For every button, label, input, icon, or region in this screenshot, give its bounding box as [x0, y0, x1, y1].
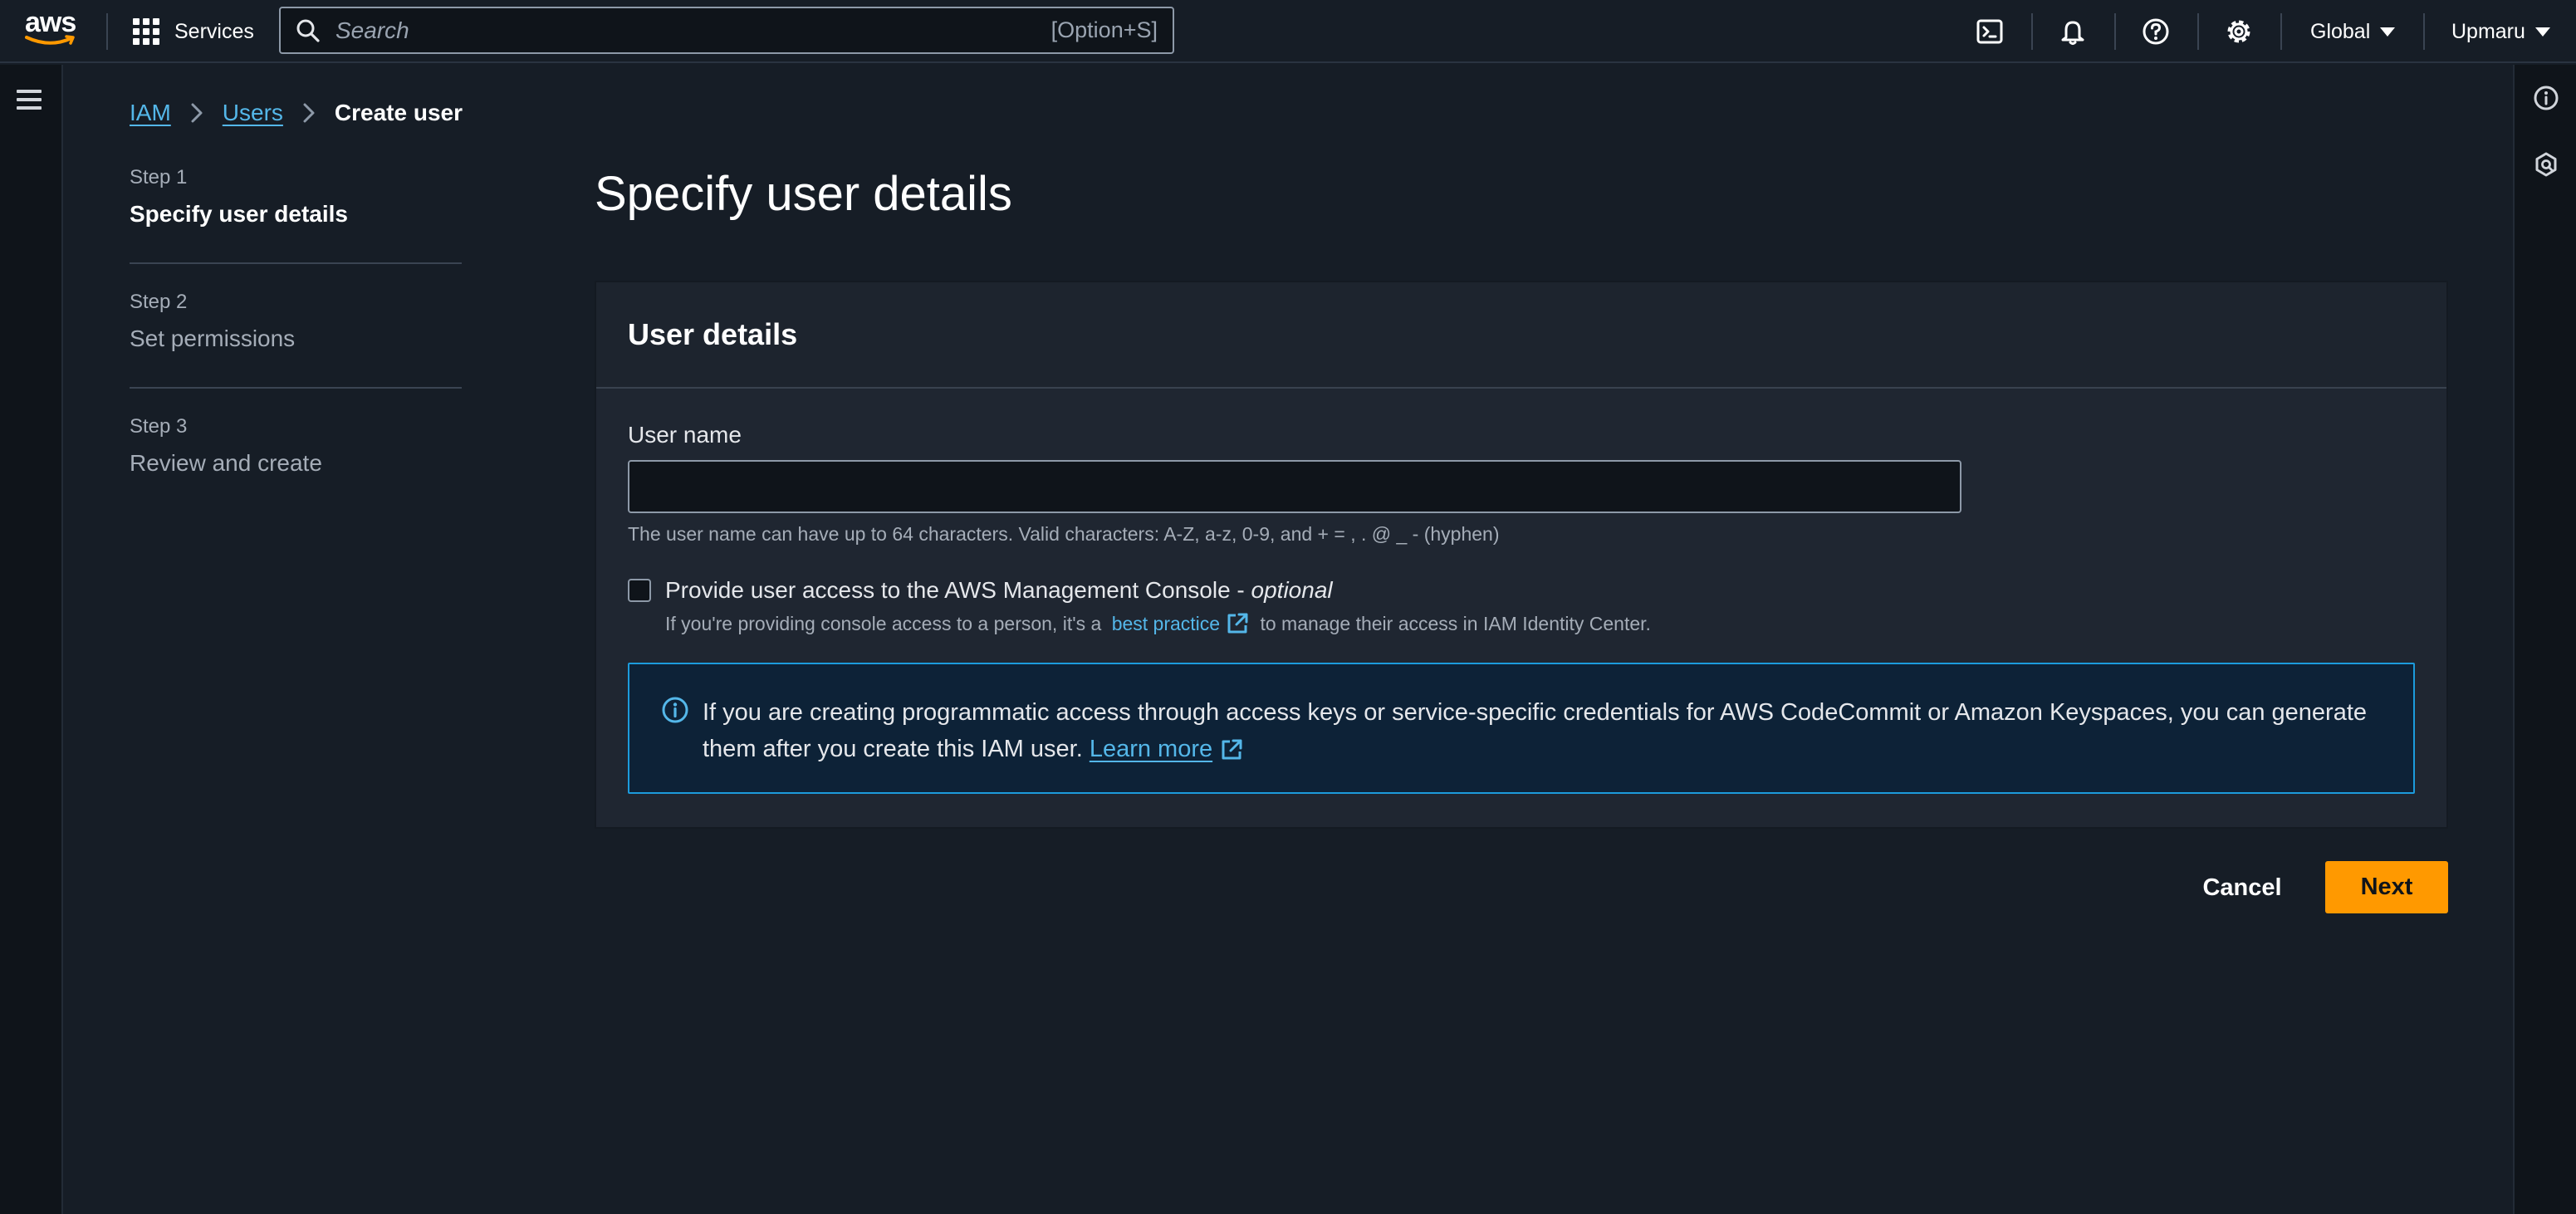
chevron-right-icon — [303, 103, 315, 123]
account-label: Upmaru — [2451, 19, 2525, 43]
user-details-panel: User details User name The user name can… — [595, 281, 2448, 829]
info-panel-icon[interactable] — [2529, 81, 2563, 115]
nav-divider — [2280, 13, 2282, 50]
left-rail — [0, 65, 63, 1214]
region-label: Global — [2310, 19, 2371, 43]
username-hint: The user name can have up to 64 characte… — [628, 523, 1500, 545]
username-input[interactable] — [628, 460, 1961, 513]
external-link-icon[interactable] — [1225, 611, 1250, 636]
search-shortcut: [Option+S] — [1050, 17, 1158, 42]
next-button[interactable]: Next — [2325, 861, 2448, 913]
notifications-icon — [2061, 21, 2084, 45]
breadcrumb-link-users[interactable]: Users — [223, 100, 283, 126]
help-button[interactable] — [2136, 12, 2176, 51]
search-input[interactable] — [335, 17, 1051, 44]
optional-text: optional — [1251, 577, 1333, 603]
console-access-text: Provide user access to the AWS Managemen… — [665, 577, 1251, 603]
cloudshell-button[interactable] — [1970, 12, 2010, 51]
amazon-q-icon[interactable] — [2529, 148, 2563, 181]
aws-logo[interactable]: aws — [25, 8, 80, 50]
console-access-checkbox[interactable] — [628, 579, 651, 602]
step-name: Review and create — [130, 450, 322, 476]
step-1: Step 1 Specify user details — [130, 166, 462, 291]
info-message: If you are creating programmatic access … — [703, 699, 2368, 762]
cloudshell-icon — [1976, 19, 2003, 44]
step-number: Step 2 — [130, 291, 188, 313]
panel-title: User details — [628, 317, 798, 351]
page-title: Specify user details — [595, 167, 1012, 221]
help-icon — [2143, 18, 2169, 45]
region-selector[interactable]: Global — [2310, 12, 2396, 51]
panel-header: User details — [596, 282, 2446, 389]
console-sub-text: If you're providing console access to a … — [665, 612, 1107, 634]
cancel-button[interactable]: Cancel — [2181, 862, 2304, 913]
step-name: Specify user details — [130, 201, 349, 227]
wizard-steps: Step 1 Specify user details Step 2 Set p… — [130, 166, 462, 540]
info-alert: If you are creating programmatic access … — [628, 663, 2415, 794]
search-bar[interactable]: [Option+S] — [279, 7, 1174, 54]
top-navigation: aws Services [Option+S] — [0, 0, 2576, 63]
breadcrumb-current: Create user — [334, 100, 463, 125]
external-link-icon[interactable] — [1219, 737, 1244, 762]
services-menu-button[interactable]: Services — [133, 13, 254, 50]
console-sub-text-after: to manage their access in IAM Identity C… — [1255, 612, 1651, 634]
notifications-button[interactable] — [2053, 12, 2093, 51]
step-number: Step 1 — [130, 166, 188, 188]
nav-divider — [106, 13, 108, 50]
caret-down-icon — [2380, 27, 2396, 37]
nav-divider — [2197, 13, 2199, 50]
hamburger-menu-icon[interactable] — [17, 86, 47, 111]
settings-button[interactable] — [2219, 12, 2259, 51]
best-practice-link[interactable]: best practice — [1112, 613, 1220, 635]
username-label: User name — [628, 422, 742, 448]
step-divider — [130, 262, 462, 264]
step-2[interactable]: Step 2 Set permissions — [130, 291, 462, 415]
search-icon — [296, 19, 320, 42]
account-menu[interactable]: Upmaru — [2451, 12, 2550, 51]
info-alert-text: If you are creating programmatic access … — [703, 694, 2397, 767]
right-rail — [2513, 65, 2576, 1214]
info-icon — [662, 697, 688, 723]
settings-icon — [2227, 20, 2250, 43]
breadcrumb-link-iam[interactable]: IAM — [130, 100, 171, 126]
console-access-description: If you're providing console access to a … — [665, 611, 1651, 636]
chevron-right-icon — [191, 103, 203, 123]
nav-divider — [2114, 13, 2116, 50]
nav-divider — [2423, 13, 2425, 50]
nav-divider — [2031, 13, 2033, 50]
grid-icon — [133, 18, 159, 45]
learn-more-link[interactable]: Learn more — [1090, 736, 1212, 762]
console-access-label[interactable]: Provide user access to the AWS Managemen… — [665, 577, 1333, 604]
services-label: Services — [174, 19, 254, 43]
breadcrumb: IAM Users Create user — [130, 100, 463, 126]
aws-logo-text: aws — [25, 7, 76, 38]
step-name: Set permissions — [130, 326, 296, 351]
caret-down-icon — [2534, 27, 2550, 37]
step-3[interactable]: Step 3 Review and create — [130, 415, 462, 540]
step-number: Step 3 — [130, 415, 188, 438]
step-divider — [130, 387, 462, 389]
